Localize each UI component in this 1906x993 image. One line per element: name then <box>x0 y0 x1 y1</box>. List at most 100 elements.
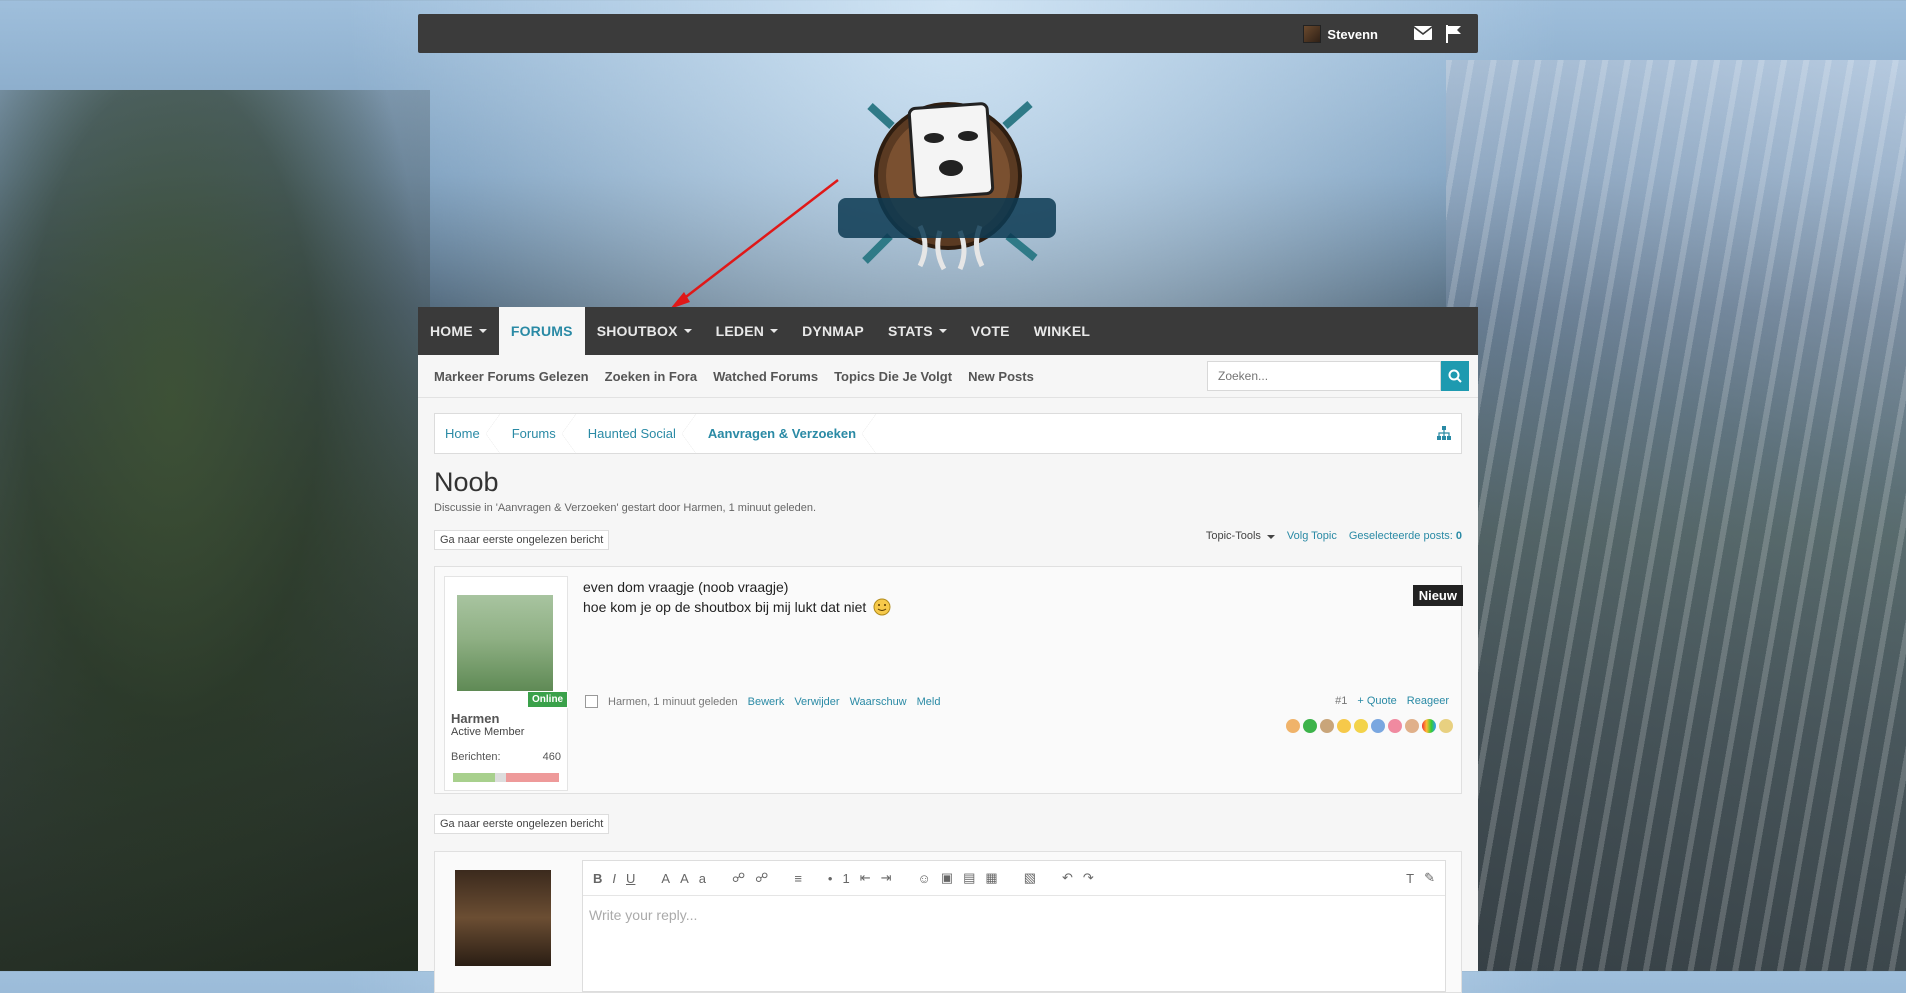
font-size-icon[interactable]: A <box>680 871 689 886</box>
subnav-mark-read[interactable]: Markeer Forums Gelezen <box>434 369 589 384</box>
creative-icon[interactable] <box>1439 719 1453 733</box>
mail-icon[interactable] <box>1413 26 1433 42</box>
sub-nav: Markeer Forums Gelezen Zoeken in Fora Wa… <box>418 355 1478 398</box>
post-userinfo: Online Harmen Active Member Berichten: 46… <box>444 576 569 791</box>
like-icon[interactable] <box>1286 719 1300 733</box>
warn-link[interactable]: Waarschuw <box>850 696 907 708</box>
nav-label: LEDEN <box>715 323 765 339</box>
reply-placeholder[interactable]: Write your reply... <box>589 907 697 923</box>
online-badge: Online <box>527 691 569 708</box>
nav-vote[interactable]: VOTE <box>959 307 1022 355</box>
breadcrumb-home[interactable]: Home <box>435 414 502 453</box>
save-draft-icon[interactable]: ▧ <box>1024 870 1036 886</box>
subnav-new-posts[interactable]: New Posts <box>968 369 1034 384</box>
topic-tools-menu[interactable]: Topic-Tools <box>1206 530 1275 542</box>
nav-forums[interactable]: FORUMS <box>498 307 585 355</box>
nav-label: DYNMAP <box>802 323 864 339</box>
nav-stats[interactable]: STATS <box>876 307 959 355</box>
winner-icon[interactable] <box>1354 719 1368 733</box>
post-line-1: even dom vraagje (noob vraagje) <box>583 579 789 595</box>
post-author[interactable]: Harmen <box>451 711 499 726</box>
follow-topic-link[interactable]: Volg Topic <box>1287 530 1337 542</box>
agree-icon[interactable] <box>1303 719 1317 733</box>
numbered-list-icon[interactable]: 1 <box>842 871 849 886</box>
top-bar: Stevenn <box>418 14 1478 53</box>
main-nav: HOME FORUMS SHOUTBOX LEDEN DYNMAP STATS … <box>418 307 1478 355</box>
heart-icon[interactable] <box>1388 719 1402 733</box>
media-icon[interactable]: ▤ <box>963 870 975 886</box>
informative-icon[interactable] <box>1371 719 1385 733</box>
site-logo[interactable] <box>830 86 1070 276</box>
subnav-watched-forums[interactable]: Watched Forums <box>713 369 818 384</box>
undo-icon[interactable]: ↶ <box>1062 870 1073 886</box>
nav-dynmap[interactable]: DYNMAP <box>790 307 876 355</box>
flag-icon[interactable] <box>1446 25 1462 43</box>
underline-icon[interactable]: U <box>626 871 635 886</box>
post-line-2: hoe kom je op de shoutbox bij mij lukt d… <box>583 597 891 617</box>
post-actions: #1 + Quote Reageer <box>1335 695 1449 707</box>
bullet-list-icon[interactable]: • <box>828 871 833 886</box>
rating-bar-positive <box>453 773 496 782</box>
breadcrumb: Home Forums Haunted Social Aanvragen & V… <box>434 413 1462 454</box>
page-title: Noob <box>434 467 499 497</box>
nav-home[interactable]: HOME <box>418 307 499 355</box>
remove-format-icon[interactable]: T <box>1406 871 1414 886</box>
font-family-icon[interactable]: a <box>699 871 706 886</box>
unlink-icon[interactable]: ☍ <box>755 870 768 886</box>
breadcrumb-haunted-social[interactable]: Haunted Social <box>578 414 698 453</box>
align-icon[interactable]: ≡ <box>794 871 802 886</box>
breadcrumb-current[interactable]: Aanvragen & Verzoeken <box>698 414 878 453</box>
search-input[interactable] <box>1207 361 1441 391</box>
funny-icon[interactable] <box>1337 719 1351 733</box>
selected-posts-count: 0 <box>1455 530 1462 542</box>
nav-leden[interactable]: LEDEN <box>704 307 790 355</box>
username: Stevenn <box>1327 26 1378 42</box>
post-meta: Harmen, 1 minuut geleden Bewerk Verwijde… <box>585 695 940 708</box>
nav-label: STATS <box>887 323 933 339</box>
selected-posts[interactable]: Geselecteerde posts: 0 <box>1349 530 1462 542</box>
outdent-icon[interactable]: ⇤ <box>860 870 871 886</box>
nav-label: WINKEL <box>1033 323 1091 339</box>
text-color-icon[interactable]: A <box>661 871 670 886</box>
smilie-icon[interactable]: ☺ <box>918 871 931 886</box>
rainbow-icon[interactable] <box>1422 719 1436 733</box>
bold-icon[interactable]: B <box>593 871 602 886</box>
nav-winkel[interactable]: WINKEL <box>1022 307 1102 355</box>
post-number[interactable]: #1 <box>1335 695 1347 707</box>
avatar[interactable] <box>457 595 553 691</box>
nav-shoutbox[interactable]: SHOUTBOX <box>585 307 704 355</box>
nav-label: VOTE <box>970 323 1010 339</box>
quote-link[interactable]: + Quote <box>1357 695 1396 707</box>
bbcode-toggle-icon[interactable]: ✎ <box>1424 870 1435 886</box>
report-link[interactable]: Meld <box>917 696 941 708</box>
insert-icon[interactable]: ▦ <box>985 870 997 886</box>
account-menu[interactable]: Stevenn <box>1303 25 1378 43</box>
redo-icon[interactable]: ↷ <box>1083 870 1094 886</box>
avatar[interactable] <box>455 870 551 966</box>
jump-unread-button-bottom[interactable]: Ga naar eerste ongelezen bericht <box>434 814 610 834</box>
subnav-search-forums[interactable]: Zoeken in Fora <box>605 369 697 384</box>
useful-icon[interactable] <box>1405 719 1419 733</box>
cookie-icon[interactable] <box>1320 719 1334 733</box>
post-count: Berichten: 460 <box>451 751 561 763</box>
reply-link[interactable]: Reageer <box>1407 695 1449 707</box>
edit-link[interactable]: Bewerk <box>748 696 785 708</box>
search-button[interactable] <box>1441 361 1469 391</box>
breadcrumb-forums[interactable]: Forums <box>502 414 578 453</box>
indent-icon[interactable]: ⇥ <box>881 870 892 886</box>
subnav-followed-topics[interactable]: Topics Die Je Volgt <box>834 369 952 384</box>
italic-icon[interactable]: I <box>612 871 616 886</box>
delete-link[interactable]: Verwijder <box>794 696 839 708</box>
nav-label: FORUMS <box>510 323 573 339</box>
image-icon[interactable]: ▣ <box>941 870 953 886</box>
chevron-down-icon <box>1266 535 1275 539</box>
post-author-role: Active Member <box>451 726 525 738</box>
jump-unread-button[interactable]: Ga naar eerste ongelezen bericht <box>434 530 610 550</box>
smiley-icon <box>873 598 891 616</box>
select-post-checkbox[interactable] <box>585 695 598 708</box>
search-icon <box>1448 369 1462 383</box>
sitemap-icon[interactable] <box>1437 426 1451 440</box>
chevron-down-icon <box>770 329 779 333</box>
post: Online Harmen Active Member Berichten: 46… <box>434 566 1463 794</box>
link-icon[interactable]: ☍ <box>732 870 745 886</box>
